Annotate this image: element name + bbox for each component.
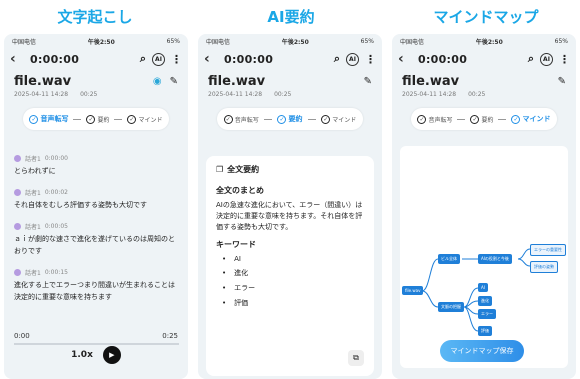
title-transcribe: 文字起こし	[57, 8, 133, 26]
keyword-item: AI	[222, 255, 364, 263]
step-indicator: ✓ 音声転写 ✓ 要約 ✓ マインド	[411, 108, 557, 130]
search-icon[interactable]: ⌕	[334, 52, 340, 66]
save-mindmap-button[interactable]: マインドマップ保存	[440, 340, 524, 362]
keyword-item: 進化	[222, 268, 364, 278]
summary-card: ❐ 全文要約 全文のまとめ AIの急速な進化において、エラー（間違い）は決定的に重…	[206, 156, 374, 376]
mindmap-node[interactable]: 評価の姿勢	[530, 261, 558, 273]
battery: 65%	[166, 37, 180, 45]
check-icon: ✓	[511, 114, 521, 124]
check-icon: ✓	[127, 114, 137, 124]
step-mindmap[interactable]: ✓ マインド	[511, 114, 550, 124]
edit-icon[interactable]: ✎	[364, 76, 372, 87]
mindmap-root[interactable]: file.wav	[402, 286, 424, 295]
transcript-segment: 話者1 0:00:15 進化する上でエラーつまり間違いが生まれることは決定的に重要な…	[14, 269, 175, 301]
file-duration: 00:25	[80, 91, 98, 98]
transcript-segment: 話者1 0:00:02 それ自体をむしろ評価する姿勢も大切です	[14, 189, 147, 209]
mindmap-node[interactable]: 進化	[478, 296, 492, 306]
phone-summary: 中国电信 午後2:50 65% ‹ 0:00:00 ⌕ AI ⋮ file.wav ✎ 202…	[198, 34, 382, 379]
search-icon[interactable]: ⌕	[528, 52, 534, 66]
step-transcribe[interactable]: ✓ 音声転写	[29, 114, 68, 124]
keyword-item: 評価	[222, 298, 364, 308]
back-icon[interactable]: ‹	[10, 51, 24, 67]
transcript-segment: 話者1 0:00:05 ａｉが劇的な速さで進化を遂げているのは周知のとおりです	[14, 223, 175, 255]
player-end: 0:25	[162, 332, 178, 340]
file-name: file.wav	[14, 74, 72, 89]
status-bar: 中国电信 午後2:50 65%	[4, 34, 188, 48]
mindmap-node[interactable]: エラー	[478, 309, 496, 319]
summary-title: 全文のまとめ	[216, 186, 264, 195]
more-icon[interactable]: ⋮	[365, 53, 376, 66]
document-icon: ❐	[216, 165, 224, 174]
ai-icon[interactable]: AI	[540, 52, 553, 66]
mindmap-canvas[interactable]: file.wav ビル全体 AIの役割と今後 エラーの重要性 評価の姿勢 文脈の…	[400, 146, 568, 368]
keyword-item: エラー	[222, 283, 364, 293]
copy-icon[interactable]: ⧉	[348, 350, 364, 366]
step-transcribe[interactable]: ✓ 音声転写	[417, 114, 453, 124]
mindmap-node[interactable]: AIの役割と今後	[478, 254, 512, 264]
summary-body: AIの急速な進化において、エラー（間違い）は決定的に重要な意味を持ちます。それ自…	[216, 201, 363, 231]
step-summary[interactable]: ✓ 要約	[470, 114, 493, 124]
mindmap-node[interactable]: 評価	[478, 326, 492, 336]
file-date: 2025-04-11 14:28	[14, 91, 69, 98]
step-summary[interactable]: ✓ 要約	[86, 114, 109, 124]
back-icon[interactable]: ‹	[204, 51, 218, 67]
check-icon: ✓	[277, 114, 287, 124]
ai-icon[interactable]: AI	[152, 52, 165, 66]
title-mindmap: マインドマップ	[433, 8, 539, 26]
step-mindmap[interactable]: ✓ マインド	[127, 114, 162, 124]
progress-slider[interactable]	[14, 343, 179, 345]
clock: 午後2:50	[87, 38, 115, 46]
status-bar: 中国电信 午後2:50 65%	[206, 37, 374, 46]
more-icon[interactable]: ⋮	[559, 53, 570, 66]
title-summary: AI要約	[267, 8, 315, 26]
check-icon: ✓	[86, 114, 96, 124]
check-icon: ✓	[470, 114, 480, 124]
step-indicator: ✓ 音声転写 ✓ 要約 ✓ マインド	[217, 108, 363, 130]
edit-icon[interactable]: ✎	[558, 76, 566, 87]
step-mindmap[interactable]: ✓ マインド	[321, 114, 356, 124]
check-icon: ✓	[321, 114, 331, 124]
search-icon[interactable]: ⌕	[140, 52, 146, 66]
step-indicator: ✓ 音声転写 ✓ 要約 ✓ マインド	[23, 108, 169, 130]
transcript-segment: 話者1 0:00:00 とらわれずに	[14, 155, 68, 175]
eye-icon[interactable]: ◉	[153, 76, 162, 87]
phone-transcribe: 中国电信 午後2:50 65% ‹ 0:00:00 ⌕ AI ⋮ file.wav ◉ ✎ 20…	[4, 34, 188, 379]
step-summary[interactable]: ✓ 要約	[277, 114, 302, 124]
check-icon: ✓	[29, 114, 39, 124]
check-icon: ✓	[417, 114, 427, 124]
player-start: 0:00	[14, 332, 30, 340]
summary-header: 全文要約	[227, 165, 260, 174]
nav-time: 0:00:00	[30, 52, 80, 66]
step-transcribe[interactable]: ✓ 音声転写	[223, 114, 259, 124]
speed-button[interactable]: 1.0x	[71, 350, 93, 360]
play-button[interactable]: ▶	[102, 346, 121, 364]
phone-mindmap: 中国电信 午後2:50 65% ‹ 0:00:00 ⌕ AI ⋮ file.wav ✎ 202…	[392, 34, 576, 379]
back-icon[interactable]: ‹	[398, 51, 412, 67]
edit-icon[interactable]: ✎	[170, 76, 178, 87]
mindmap-node[interactable]: ビル全体	[438, 254, 460, 264]
status-bar: 中国电信 午後2:50 65%	[400, 37, 568, 46]
check-icon: ✓	[223, 114, 233, 124]
more-icon[interactable]: ⋮	[171, 53, 182, 66]
mindmap-node[interactable]: AI	[478, 283, 488, 292]
keyword-title: キーワード	[216, 240, 256, 249]
carrier: 中国电信	[12, 38, 37, 46]
mindmap-node[interactable]: エラーの重要性	[530, 244, 566, 256]
mindmap-node[interactable]: 文脈の把握	[438, 302, 464, 312]
ai-icon[interactable]: AI	[346, 52, 359, 66]
